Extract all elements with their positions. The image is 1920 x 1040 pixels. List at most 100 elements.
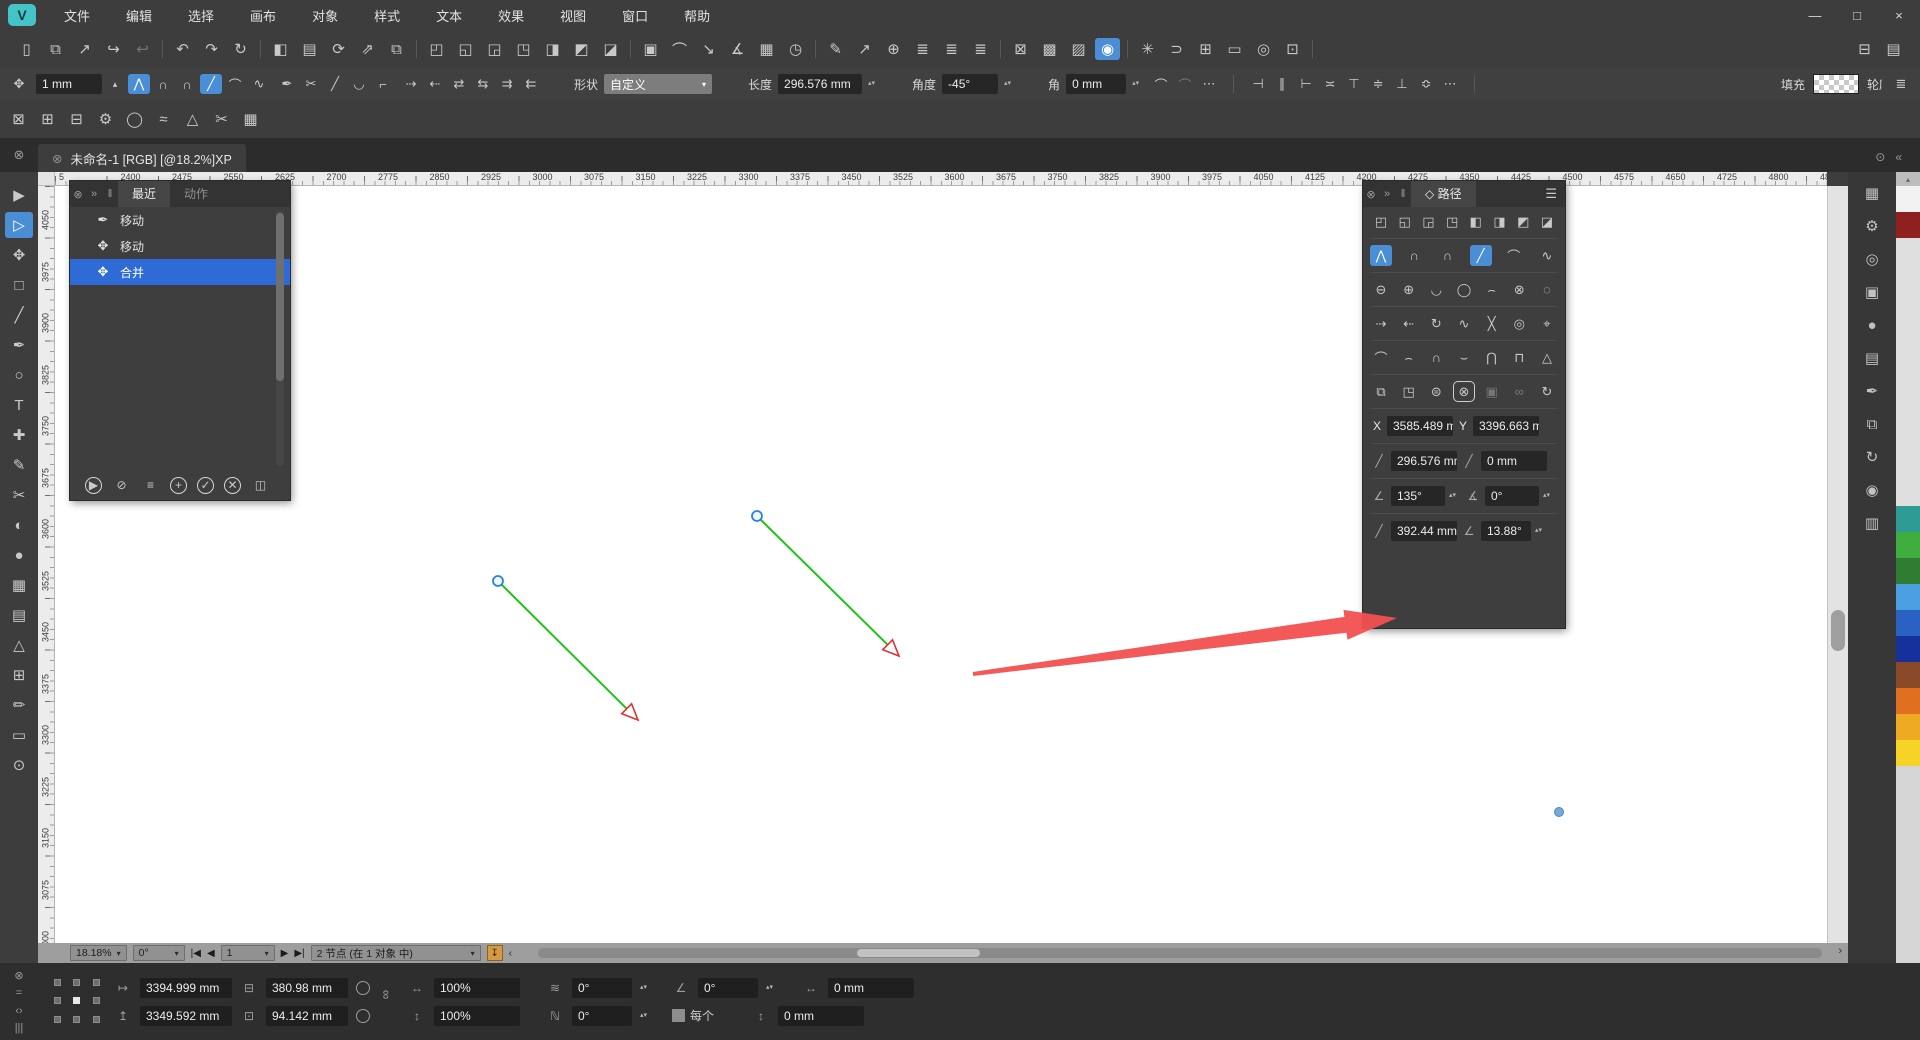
arch-segment-icon[interactable]: ⌢ bbox=[1481, 279, 1503, 300]
app-logo-icon[interactable]: V bbox=[8, 4, 36, 26]
align-center-h-icon[interactable]: ∥ bbox=[1271, 74, 1293, 94]
link-shape-icon[interactable]: ⊜ bbox=[1425, 381, 1447, 402]
delete-path-icon[interactable]: ╳ bbox=[1481, 313, 1503, 334]
node-cut-icon[interactable]: ✂ bbox=[300, 74, 322, 94]
path-corner-angle-stepper[interactable]: ▴▾ bbox=[1535, 528, 1547, 534]
redo-icon[interactable]: ↷ bbox=[199, 38, 224, 60]
undo-icon[interactable]: ↶ bbox=[170, 38, 195, 60]
more-align-icon[interactable]: ⋯ bbox=[1439, 74, 1461, 94]
history-item-2[interactable]: ✥移动 bbox=[70, 233, 290, 259]
scale-width-field[interactable]: 100% bbox=[434, 978, 520, 998]
pen-panel-icon[interactable]: ✒ bbox=[1860, 380, 1885, 402]
swap-direction-icon[interactable]: ⇄ bbox=[448, 74, 470, 94]
vertical-scrollbar[interactable] bbox=[1827, 186, 1848, 943]
color-swatch[interactable] bbox=[1896, 714, 1920, 740]
path-angle-2-stepper[interactable]: ▴▾ bbox=[1543, 493, 1555, 499]
path-angle-field[interactable]: 135° bbox=[1391, 486, 1445, 506]
disable-history-icon[interactable]: ⊘ bbox=[109, 474, 134, 496]
each-option[interactable]: 每个 bbox=[672, 1007, 714, 1024]
chain-link-icon[interactable]: ∞ bbox=[1508, 381, 1530, 402]
apps-panel-icon[interactable]: ▦ bbox=[1860, 182, 1885, 204]
path-corner-angle-field[interactable]: 13.88° bbox=[1481, 521, 1531, 541]
select-region-icon[interactable]: ▣ bbox=[1481, 381, 1503, 402]
color-swatch[interactable] bbox=[1896, 558, 1920, 584]
skew-v-stepper[interactable]: ▴▾ bbox=[640, 1013, 652, 1019]
panel-pin-icon[interactable]: ‖ bbox=[102, 188, 118, 200]
add-history-icon[interactable]: + bbox=[170, 477, 187, 494]
offset-vertical-field[interactable]: 0 mm bbox=[778, 1006, 864, 1026]
stack-top-icon[interactable]: ≣ bbox=[910, 38, 935, 60]
cancel-history-icon[interactable]: ✕ bbox=[224, 477, 241, 494]
tab-path[interactable]: ◇ 路径 bbox=[1411, 181, 1476, 207]
color-swatch[interactable] bbox=[1896, 740, 1920, 766]
last-page-button[interactable]: ▶| bbox=[294, 948, 304, 959]
panel-close-icon[interactable]: ⊗ bbox=[1363, 188, 1379, 201]
intersect-icon[interactable]: ◱ bbox=[453, 38, 478, 60]
height-field[interactable]: 94.142 mm bbox=[266, 1006, 348, 1026]
proportional-toggle[interactable] bbox=[356, 981, 370, 995]
history-scrollbar-thumb[interactable] bbox=[276, 213, 284, 381]
spiral-segment-icon[interactable]: ∿ bbox=[1536, 245, 1558, 266]
color-swatch[interactable] bbox=[1896, 212, 1920, 238]
history-item-1[interactable]: ✒移动 bbox=[70, 207, 290, 233]
rotate-path-icon[interactable]: ↻ bbox=[1425, 313, 1447, 334]
mesh-tool[interactable]: ▦ bbox=[5, 572, 33, 598]
print-icon[interactable]: ▤ bbox=[1881, 38, 1906, 60]
select-region-icon[interactable]: ⊞ bbox=[1193, 38, 1218, 60]
node-curve-icon[interactable]: ◡ bbox=[348, 74, 370, 94]
bezier-segment-icon[interactable]: ⌒ bbox=[1503, 245, 1525, 266]
triangle-path-icon[interactable]: △ bbox=[1536, 347, 1558, 368]
filter-history-icon[interactable]: ≡ bbox=[138, 474, 163, 496]
split-nodes-icon[interactable]: ⇇ bbox=[520, 74, 542, 94]
delete-segment-icon[interactable]: ⊗ bbox=[1508, 279, 1530, 300]
stack-down-icon[interactable]: ≣ bbox=[968, 38, 993, 60]
rotate-copy-icon[interactable]: ⟳ bbox=[326, 38, 351, 60]
remove-node-icon[interactable]: ⊖ bbox=[1370, 279, 1392, 300]
move-copy-icon[interactable]: ⇗ bbox=[355, 38, 380, 60]
length-field[interactable]: 296.576 mm bbox=[778, 74, 862, 94]
length-stepper[interactable]: ▴▾ bbox=[868, 81, 880, 87]
flip-object-icon[interactable]: ◧ bbox=[268, 38, 293, 60]
record-panel-icon[interactable]: ◉ bbox=[1860, 479, 1885, 501]
lasso-mode-icon[interactable]: ≈ bbox=[151, 108, 176, 130]
next-page-button[interactable]: ▶ bbox=[281, 948, 289, 959]
repeat-icon[interactable]: ↻ bbox=[228, 38, 253, 60]
color-swatch[interactable] bbox=[1896, 506, 1920, 532]
tab-recent[interactable]: 最近 bbox=[118, 181, 170, 207]
text-tool[interactable]: T bbox=[5, 392, 33, 418]
corner-segment-icon[interactable]: ⋀ bbox=[128, 74, 150, 94]
zoom-level-select[interactable]: 18.18%▾ bbox=[70, 945, 127, 961]
bezier-segment-icon[interactable]: ⌒ bbox=[224, 74, 246, 94]
close-path-icon[interactable]: ◯ bbox=[1453, 279, 1475, 300]
color-swatch[interactable] bbox=[1896, 610, 1920, 636]
align-top-icon[interactable]: ⊤ bbox=[1343, 74, 1365, 94]
join-nodes-icon[interactable]: ⇉ bbox=[496, 74, 518, 94]
shape-divide-icon[interactable]: ◨ bbox=[1489, 211, 1511, 232]
pattern-fill-icon[interactable]: ▩ bbox=[1037, 38, 1062, 60]
align-left-icon[interactable]: ⊣ bbox=[1247, 74, 1269, 94]
bars-icon[interactable]: ||| bbox=[15, 1022, 24, 1034]
node-handle-icon[interactable]: ⌐ bbox=[372, 74, 394, 94]
path-x-field[interactable]: 3585.489 mm bbox=[1387, 416, 1453, 436]
resize-icon[interactable]: ↘ bbox=[696, 38, 721, 60]
curve-segment-icon[interactable]: ∩ bbox=[1436, 245, 1458, 266]
target-icon[interactable]: ◎ bbox=[1251, 38, 1276, 60]
corner-segment-icon[interactable]: ⋀ bbox=[1370, 245, 1392, 266]
proportional-toggle-2[interactable] bbox=[356, 1009, 370, 1023]
line-tool[interactable]: ╱ bbox=[5, 302, 33, 328]
delete-anchor-icon[interactable]: ⊗ bbox=[1453, 381, 1475, 402]
tab-actions[interactable]: 动作 bbox=[170, 181, 222, 207]
arc-tool-icon[interactable]: ⌒ bbox=[667, 38, 692, 60]
scissors-tool[interactable]: ✂ bbox=[5, 482, 33, 508]
export-document-icon[interactable]: ↗ bbox=[72, 38, 97, 60]
align-middle-icon[interactable]: ≑ bbox=[1367, 74, 1389, 94]
corner-arch-4-icon[interactable]: ⋂ bbox=[1481, 347, 1503, 368]
corner-arc-2-icon[interactable]: ⌒ bbox=[1174, 74, 1196, 94]
wrench-icon[interactable]: ⚙ bbox=[93, 108, 118, 130]
shape-subtract-icon[interactable]: ◲ bbox=[1417, 211, 1439, 232]
menu-item-1[interactable]: 文件 bbox=[46, 6, 108, 25]
history-state-icon[interactable]: ◷ bbox=[783, 38, 808, 60]
corner-field[interactable]: 0 mm bbox=[1066, 74, 1126, 94]
divide-icon[interactable]: ◩ bbox=[569, 38, 594, 60]
back-bracket-icon[interactable]: ‹ bbox=[509, 947, 513, 959]
